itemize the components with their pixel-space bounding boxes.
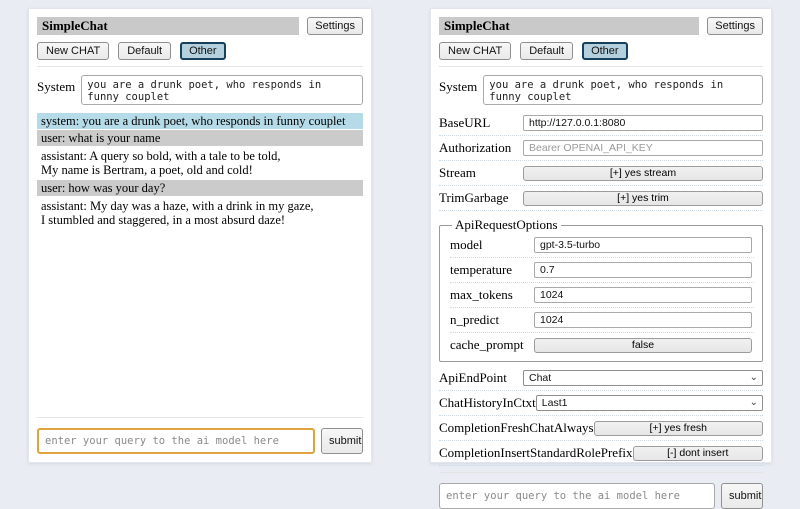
divider — [37, 417, 363, 418]
query-row: submit — [37, 428, 363, 454]
system-prompt-input[interactable]: you are a drunk poet, who responds in fu… — [81, 75, 363, 105]
session-toolbar: New CHAT Default Other — [439, 42, 763, 60]
stream-label: Stream — [439, 165, 476, 181]
system-prompt-row: System you are a drunk poet, who respond… — [439, 75, 763, 105]
system-prompt-input[interactable]: you are a drunk poet, who responds in fu… — [483, 75, 763, 105]
submit-button[interactable]: submit — [721, 483, 763, 509]
setting-row-completioninsertstandardroleprefix: CompletionInsertStandardRolePrefix [-] d… — [439, 441, 763, 466]
baseurl-input[interactable] — [523, 115, 763, 131]
new-chat-button[interactable]: New CHAT — [439, 42, 511, 60]
apiendpoint-label: ApiEndPoint — [439, 370, 507, 386]
stream-toggle-button[interactable]: [+] yes stream — [523, 166, 763, 181]
setting-row-max-tokens: max_tokens — [450, 283, 754, 308]
apiendpoint-selected-value: Chat — [529, 372, 551, 384]
chat-history: system: you are a drunk poet, who respon… — [37, 113, 363, 230]
n-predict-label: n_predict — [450, 312, 499, 328]
divider — [439, 66, 763, 67]
app-title: SimpleChat — [37, 17, 299, 35]
message-line: My name is Bertram, a poet, old and cold… — [41, 163, 359, 177]
completionfreshchatalways-toggle-button[interactable]: [+] yes fresh — [594, 421, 763, 436]
temperature-input[interactable] — [534, 262, 752, 278]
authorization-input[interactable] — [523, 140, 763, 156]
chat-message-user: user: how was your day? — [37, 180, 363, 196]
max-tokens-label: max_tokens — [450, 287, 513, 303]
authorization-label: Authorization — [439, 140, 511, 156]
message-text: system: you are a drunk poet, who respon… — [41, 114, 345, 128]
chathistoryinctxt-label: ChatHistoryInCtxt — [439, 395, 536, 411]
system-prompt-row: System you are a drunk poet, who respond… — [37, 75, 363, 105]
setting-row-apiendpoint: ApiEndPoint Chat ⌄ — [439, 366, 763, 391]
query-input[interactable] — [439, 483, 715, 509]
chat-panel: SimpleChat Settings New CHAT Default Oth… — [28, 8, 372, 463]
setting-row-authorization: Authorization — [439, 136, 763, 161]
session-tab-default[interactable]: Default — [520, 42, 573, 60]
app-title: SimpleChat — [439, 17, 699, 35]
divider — [37, 66, 363, 67]
query-input[interactable] — [37, 428, 315, 454]
api-request-options-fieldset: ApiRequestOptions model temperature max_… — [439, 217, 763, 362]
query-row: submit — [439, 483, 763, 509]
chathistoryinctxt-select[interactable]: Last1 ⌄ — [536, 395, 763, 411]
completioninsertstandardroleprefix-label: CompletionInsertStandardRolePrefix — [439, 445, 633, 461]
apiendpoint-select[interactable]: Chat ⌄ — [523, 370, 763, 386]
chat-message-assistant: assistant: A query so bold, with a tale … — [37, 147, 363, 179]
temperature-label: temperature — [450, 262, 512, 278]
settings-button[interactable]: Settings — [307, 17, 363, 35]
message-line: assistant: My day was a haze, with a dri… — [41, 199, 359, 213]
settings-button[interactable]: Settings — [707, 17, 763, 35]
setting-row-temperature: temperature — [450, 258, 754, 283]
model-label: model — [450, 237, 483, 253]
n-predict-input[interactable] — [534, 312, 752, 328]
setting-row-model: model — [450, 233, 754, 258]
setting-row-chathistoryinctxt: ChatHistoryInCtxt Last1 ⌄ — [439, 391, 763, 416]
setting-row-completionfreshchatalways: CompletionFreshChatAlways [+] yes fresh — [439, 416, 763, 441]
settings-panel: SimpleChat Settings New CHAT Default Oth… — [430, 8, 772, 463]
api-request-options-legend: ApiRequestOptions — [452, 217, 561, 233]
spacer — [37, 230, 363, 411]
chat-message-user: user: what is your name — [37, 130, 363, 146]
setting-row-baseurl: BaseURL — [439, 111, 763, 136]
model-input[interactable] — [534, 237, 752, 253]
system-label: System — [37, 75, 75, 95]
completioninsertstandardroleprefix-toggle-button[interactable]: [-] dont insert — [633, 446, 763, 461]
setting-row-cache-prompt: cache_prompt false — [450, 333, 754, 357]
chat-message-system: system: you are a drunk poet, who respon… — [37, 113, 363, 129]
chevron-down-icon: ⌄ — [750, 399, 758, 407]
completionfreshchatalways-label: CompletionFreshChatAlways — [439, 420, 594, 436]
session-tab-other[interactable]: Other — [582, 42, 628, 60]
max-tokens-input[interactable] — [534, 287, 752, 303]
trimgarbage-toggle-button[interactable]: [+] yes trim — [523, 191, 763, 206]
submit-button[interactable]: submit — [321, 428, 363, 454]
session-tab-other[interactable]: Other — [180, 42, 226, 60]
message-line: assistant: A query so bold, with a tale … — [41, 149, 359, 163]
cache-prompt-label: cache_prompt — [450, 337, 524, 353]
chathistoryinctxt-selected-value: Last1 — [542, 397, 568, 409]
setting-row-trimgarbage: TrimGarbage [+] yes trim — [439, 186, 763, 211]
chevron-down-icon: ⌄ — [750, 374, 758, 382]
message-line: I stumbled and staggered, in a most absu… — [41, 213, 359, 227]
new-chat-button[interactable]: New CHAT — [37, 42, 109, 60]
header: SimpleChat Settings — [37, 17, 363, 35]
divider — [439, 472, 763, 473]
setting-row-n-predict: n_predict — [450, 308, 754, 333]
system-label: System — [439, 75, 477, 95]
baseurl-label: BaseURL — [439, 115, 490, 131]
chat-message-assistant: assistant: My day was a haze, with a dri… — [37, 197, 363, 229]
message-text: user: how was your day? — [41, 181, 165, 195]
settings-list: BaseURL Authorization Stream [+] yes str… — [439, 111, 763, 466]
session-toolbar: New CHAT Default Other — [37, 42, 363, 60]
setting-row-stream: Stream [+] yes stream — [439, 161, 763, 186]
cache-prompt-toggle-button[interactable]: false — [534, 338, 752, 353]
trimgarbage-label: TrimGarbage — [439, 190, 509, 206]
message-text: user: what is your name — [41, 131, 160, 145]
header: SimpleChat Settings — [439, 17, 763, 35]
session-tab-default[interactable]: Default — [118, 42, 171, 60]
